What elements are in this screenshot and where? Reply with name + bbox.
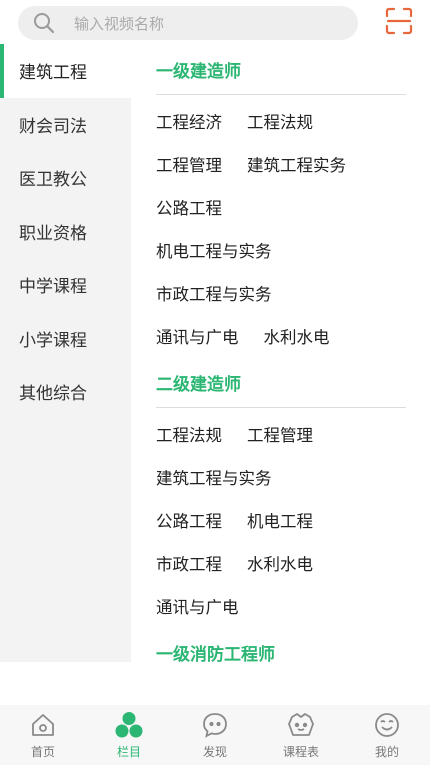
- course-link[interactable]: 水利水电: [264, 324, 330, 348]
- search-placeholder: 输入视频名称: [74, 14, 165, 33]
- tab-label: 首页: [30, 745, 55, 759]
- section-title: 二级建造师: [156, 374, 241, 395]
- top-bar: 输入视频名称: [0, 0, 430, 44]
- course-row: 市政工程与实务: [156, 271, 406, 314]
- section-divider: [156, 94, 406, 95]
- course-row: 工程法规 工程管理: [156, 412, 406, 455]
- section-divider: [156, 407, 406, 408]
- course-row: 工程管理 建筑工程实务: [156, 142, 406, 185]
- course-link[interactable]: 公路工程: [156, 508, 222, 532]
- bottom-nav: 首页 栏目 发现 课程表 我的: [0, 705, 430, 765]
- sidebar-item-medical-education[interactable]: 医卫教公: [0, 151, 131, 205]
- sidebar-item-construction[interactable]: 建筑工程: [0, 44, 131, 98]
- course-link[interactable]: 通讯与广电: [156, 594, 239, 618]
- home-icon: [28, 710, 58, 740]
- tab-schedule[interactable]: 课程表: [266, 710, 336, 760]
- scan-icon[interactable]: [382, 4, 416, 38]
- tab-discover[interactable]: 发现: [180, 710, 250, 760]
- sidebar-item-vocational[interactable]: 职业资格: [0, 205, 131, 259]
- tab-label: 我的: [374, 745, 399, 759]
- course-row: 公路工程 机电工程: [156, 498, 406, 541]
- course-row: 通讯与广电 水利水电: [156, 314, 406, 357]
- category-icon: [114, 710, 144, 740]
- course-link[interactable]: 工程法规: [247, 109, 313, 133]
- course-row: 通讯与广电: [156, 584, 406, 627]
- sidebar-item-label: 其他综合: [19, 384, 87, 405]
- section-title: 一级建造师: [156, 61, 241, 82]
- course-link[interactable]: 工程管理: [247, 422, 313, 446]
- course-link[interactable]: 工程管理: [156, 152, 222, 176]
- course-row: 公路工程: [156, 185, 406, 228]
- sidebar-item-label: 职业资格: [19, 223, 87, 244]
- tab-label: 课程表: [282, 745, 319, 759]
- sidebar-item-other[interactable]: 其他综合: [0, 365, 131, 419]
- course-link[interactable]: 机电工程与实务: [156, 238, 272, 262]
- course-link[interactable]: 工程经济: [156, 109, 222, 133]
- sidebar-item-middle-school[interactable]: 中学课程: [0, 258, 131, 312]
- course-link[interactable]: 建筑工程与实务: [156, 465, 272, 489]
- tab-category[interactable]: 栏目: [94, 710, 164, 760]
- course-row: 市政工程 水利水电: [156, 541, 406, 584]
- sidebar-item-finance-law[interactable]: 财会司法: [0, 98, 131, 152]
- search-icon: [30, 9, 58, 37]
- course-link[interactable]: 市政工程: [156, 551, 222, 575]
- course-row: 工程经济 工程法规: [156, 99, 406, 142]
- tab-label: 发现: [202, 745, 227, 759]
- course-row: 建筑工程与实务: [156, 455, 406, 498]
- course-link[interactable]: 公路工程: [156, 195, 222, 219]
- course-link[interactable]: 工程法规: [156, 422, 222, 446]
- search-bar[interactable]: 输入视频名称: [18, 6, 358, 40]
- course-list: 一级建造师 工程经济 工程法规 工程管理 建筑工程实务 公路工程 机电工程与实务…: [156, 44, 406, 677]
- profile-icon: [372, 710, 402, 740]
- sidebar-item-label: 小学课程: [19, 330, 87, 351]
- sidebar-item-primary-school[interactable]: 小学课程: [0, 312, 131, 366]
- tab-label: 栏目: [116, 745, 141, 759]
- tab-home[interactable]: 首页: [8, 710, 78, 760]
- course-row: 机电工程与实务: [156, 228, 406, 271]
- sidebar-item-label: 医卫教公: [19, 170, 87, 191]
- sidebar-item-label: 财会司法: [19, 116, 87, 137]
- course-link[interactable]: 水利水电: [247, 551, 313, 575]
- course-link[interactable]: 通讯与广电: [156, 324, 239, 348]
- course-link[interactable]: 建筑工程实务: [247, 152, 346, 176]
- category-sidebar: 建筑工程 财会司法 医卫教公 职业资格 中学课程 小学课程 其他综合: [0, 44, 131, 662]
- sidebar-item-label: 建筑工程: [19, 63, 87, 84]
- discover-chat-icon: [200, 710, 230, 740]
- section-title: 一级消防工程师: [156, 644, 275, 665]
- course-link[interactable]: 机电工程: [247, 508, 313, 532]
- tab-profile[interactable]: 我的: [352, 710, 422, 760]
- schedule-icon: [286, 710, 316, 740]
- sidebar-item-label: 中学课程: [19, 277, 87, 298]
- course-link[interactable]: 市政工程与实务: [156, 281, 272, 305]
